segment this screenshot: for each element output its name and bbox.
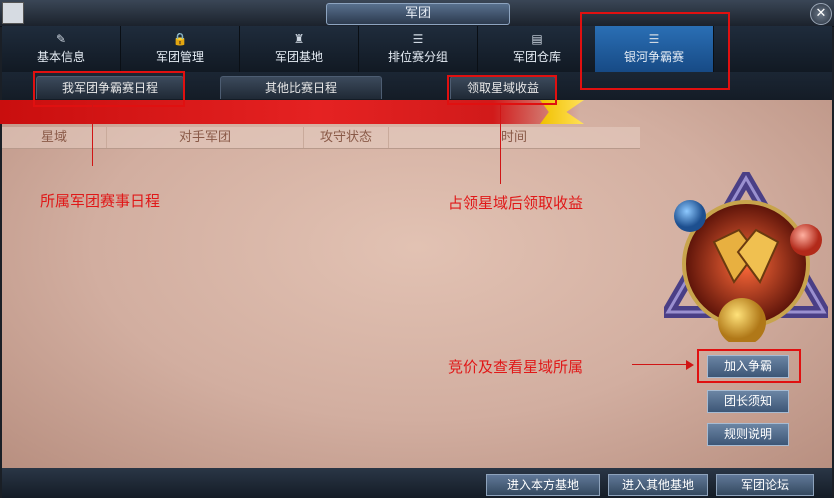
close-icon[interactable]: ✕ xyxy=(810,3,832,25)
enter-other-base-button[interactable]: 进入其他基地 xyxy=(608,474,708,496)
arrow-icon xyxy=(686,360,694,370)
highlight-collect-income xyxy=(447,75,557,105)
tab-basic-info[interactable]: ✎ 基本信息 xyxy=(2,26,121,72)
table-header: 星域 对手军团 攻守状态 时间 xyxy=(2,127,640,149)
bottom-bar: 进入本方基地 进入其他基地 军团论坛 xyxy=(2,468,832,498)
annotation-line xyxy=(500,104,501,184)
tab-label: 军团管理 xyxy=(155,50,204,64)
column-attack-defense: 攻守状态 xyxy=(304,127,389,148)
list-icon: ☰ xyxy=(412,32,424,46)
annotation-bid: 竞价及查看星域所属 xyxy=(448,358,584,376)
tab-ranking-groups[interactable]: ☰ 排位赛分组 xyxy=(359,26,478,72)
column-time: 时间 xyxy=(500,130,527,145)
tab-legion-management[interactable]: 🔒 军团管理 xyxy=(121,26,240,72)
annotation-income: 占领星域后领取收益 xyxy=(448,194,584,212)
join-war-button[interactable]: 加入争霸 xyxy=(707,355,789,378)
tab-label: 基本信息 xyxy=(36,50,85,64)
column-opponent: 对手军团 xyxy=(107,127,304,148)
lock-icon: 🔒 xyxy=(172,32,188,46)
highlight-my-schedule xyxy=(33,71,185,107)
castle-icon: ♜ xyxy=(293,32,305,46)
annotation-line xyxy=(92,104,93,166)
pencil-icon: ✎ xyxy=(55,32,67,46)
leader-notice-button[interactable]: 团长须知 xyxy=(707,390,789,413)
storage-icon: ▤ xyxy=(531,32,543,46)
annotation-schedule: 所属军团赛事日程 xyxy=(40,192,161,210)
tab-label: 军团基地 xyxy=(274,50,323,64)
subtab-other-schedule[interactable]: 其他比赛日程 xyxy=(220,76,382,99)
highlight-galaxy-tab xyxy=(580,12,730,90)
galaxy-war-emblem-icon xyxy=(664,172,828,342)
tab-legion-base[interactable]: ♜ 军团基地 xyxy=(240,26,359,72)
legion-forum-button[interactable]: 军团论坛 xyxy=(716,474,814,496)
enter-own-base-button[interactable]: 进入本方基地 xyxy=(486,474,600,496)
tab-label: 军团仓库 xyxy=(512,50,561,64)
annotation-line xyxy=(632,364,690,365)
window-title: 军团 xyxy=(326,3,510,25)
rules-button[interactable]: 规则说明 xyxy=(707,423,789,446)
tab-label: 排位赛分组 xyxy=(387,50,448,64)
app-icon xyxy=(2,2,24,24)
